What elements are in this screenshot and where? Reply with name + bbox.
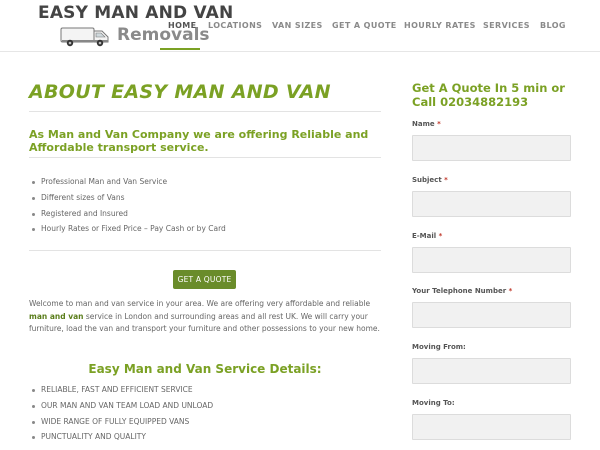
field-label-text: Moving From: xyxy=(412,343,466,351)
list-item: Registered and Insured xyxy=(29,206,381,222)
details-list: RELIABLE, FAST AND EFFICIENT SERVICE OUR… xyxy=(29,382,381,445)
list-item: OUR MAN AND VAN TEAM LOAD AND UNLOAD xyxy=(29,398,381,414)
list-item: Hourly Rates or Fixed Price – Pay Cash o… xyxy=(29,221,381,237)
moving-from-field[interactable] xyxy=(412,358,571,384)
intro-text: Welcome to man and van service in your a… xyxy=(29,299,371,308)
nav-item-hourly-rates[interactable]: HOURLY RATES xyxy=(404,21,476,30)
required-mark: * xyxy=(437,120,441,128)
nav-item-blog[interactable]: BLOG xyxy=(540,21,566,30)
moving-from-label: Moving From: xyxy=(412,343,466,351)
get-a-quote-button[interactable]: GET A QUOTE xyxy=(173,270,236,289)
required-mark: * xyxy=(444,176,448,184)
subject-label: Subject * xyxy=(412,176,448,184)
feature-list: Professional Man and Van Service Differe… xyxy=(29,174,381,237)
divider xyxy=(29,250,381,251)
moving-to-field[interactable] xyxy=(412,414,571,440)
email-field[interactable] xyxy=(412,247,571,273)
field-label-text: E-Mail xyxy=(412,232,437,240)
divider xyxy=(29,111,381,112)
form-title: Get A Quote In 5 min or Call 02034882193 xyxy=(412,81,565,109)
nav-item-locations[interactable]: LOCATIONS xyxy=(208,21,262,30)
page-subtitle: As Man and Van Company we are offering R… xyxy=(29,128,369,154)
van-icon xyxy=(60,27,109,47)
name-field[interactable] xyxy=(412,135,571,161)
nav-item-home[interactable]: HOME xyxy=(168,21,197,30)
page-title: ABOUT EASY MAN AND VAN xyxy=(29,81,331,103)
list-item: PUNCTUALITY AND QUALITY xyxy=(29,429,381,445)
telephone-field[interactable] xyxy=(412,302,571,328)
field-label-text: Name xyxy=(412,120,435,128)
moving-to-label: Moving To: xyxy=(412,399,455,407)
list-item: Different sizes of Vans xyxy=(29,190,381,206)
field-label-text: Your Telephone Number xyxy=(412,287,507,295)
nav-item-get-a-quote[interactable]: GET A QUOTE xyxy=(332,21,397,30)
field-label-text: Subject xyxy=(412,176,442,184)
required-mark: * xyxy=(508,287,513,295)
list-item: RELIABLE, FAST AND EFFICIENT SERVICE xyxy=(29,382,381,398)
required-mark: * xyxy=(438,232,443,240)
man-and-van-link[interactable]: man and van xyxy=(29,312,84,321)
name-label: Name * xyxy=(412,120,441,128)
site-header: EASY MAN AND VAN Removals HOME LOCATIONS… xyxy=(0,0,600,52)
nav-item-services[interactable]: SERVICES xyxy=(483,21,530,30)
logo-title: EASY MAN AND VAN xyxy=(38,3,234,23)
email-label: E-Mail * xyxy=(412,232,442,240)
divider xyxy=(29,157,381,158)
active-nav-indicator xyxy=(160,48,200,50)
subject-field[interactable] xyxy=(412,191,571,217)
intro-paragraph: Welcome to man and van service in your a… xyxy=(29,298,381,336)
list-item: Professional Man and Van Service xyxy=(29,174,381,190)
nav-item-van-sizes[interactable]: VAN SIZES xyxy=(272,21,323,30)
telephone-label: Your Telephone Number * xyxy=(412,287,512,295)
list-item: WIDE RANGE OF FULLY EQUIPPED VANS xyxy=(29,414,381,430)
field-label-text: Moving To: xyxy=(412,399,455,407)
details-heading: Easy Man and Van Service Details: xyxy=(88,362,322,376)
